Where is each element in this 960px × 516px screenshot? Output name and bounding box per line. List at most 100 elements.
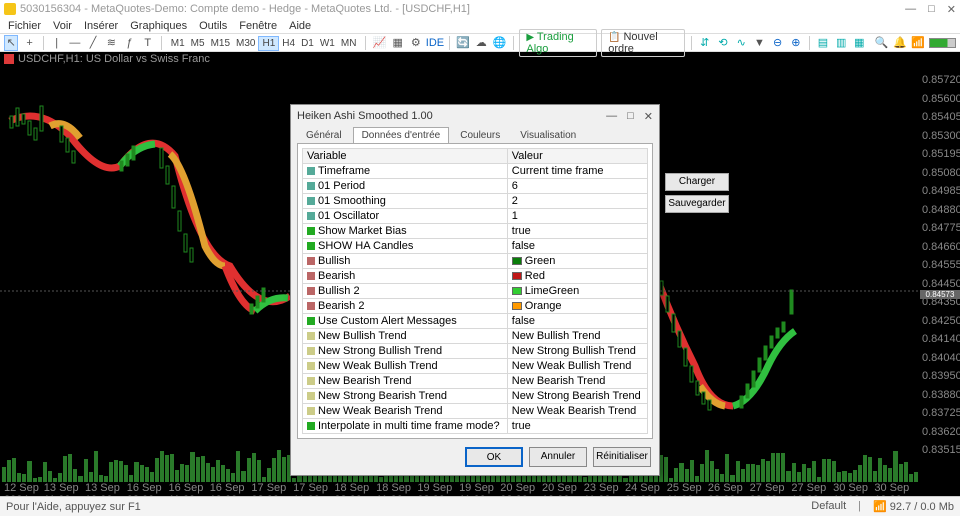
search-icon[interactable]: 🔍 <box>874 35 888 51</box>
timeframe-M1[interactable]: M1 <box>168 37 188 50</box>
tab-donn-es-d-entr-e[interactable]: Données d'entrée <box>353 127 450 143</box>
param-value[interactable]: Green <box>507 254 647 269</box>
table-row[interactable]: Bearish 2Orange <box>303 299 648 314</box>
timeframe-M15[interactable]: M15 <box>208 37 233 50</box>
table-row[interactable]: New Weak Bullish TrendNew Weak Bullish T… <box>303 359 648 374</box>
table-row[interactable]: Use Custom Alert Messagesfalse <box>303 314 648 329</box>
cursor-tool-icon[interactable]: ↖ <box>4 35 18 51</box>
minimize-button[interactable]: — <box>905 3 916 16</box>
param-value[interactable]: 6 <box>507 179 647 194</box>
menu-aide[interactable]: Aide <box>289 20 311 32</box>
menu-outils[interactable]: Outils <box>199 20 227 32</box>
dialog-titlebar[interactable]: Heiken Ashi Smoothed 1.00 — □ ✕ <box>291 105 659 127</box>
table-row[interactable]: 01 Smoothing2 <box>303 194 648 209</box>
bell-icon[interactable]: 🔔 <box>893 35 907 51</box>
table-row[interactable]: New Bullish TrendNew Bullish Trend <box>303 329 648 344</box>
fib-icon[interactable]: ƒ <box>122 35 136 51</box>
param-value[interactable]: New Weak Bullish Trend <box>507 359 647 374</box>
param-value[interactable]: true <box>507 419 647 434</box>
save-button[interactable]: Sauvegarder <box>665 195 729 213</box>
table-row[interactable]: Show Market Biastrue <box>303 224 648 239</box>
cancel-button[interactable]: Annuler <box>529 447 587 467</box>
globe-icon[interactable]: 🌐 <box>492 35 506 51</box>
reset-button[interactable]: Réinitialiser <box>593 447 651 467</box>
menu-insérer[interactable]: Insérer <box>84 20 118 32</box>
table-row[interactable]: Bullish 2LimeGreen <box>303 284 648 299</box>
tile-v-icon[interactable]: ▥ <box>834 35 848 51</box>
signal-icon[interactable]: 📶 <box>911 35 925 51</box>
down-icon[interactable]: ▼ <box>752 35 766 51</box>
trendline-icon[interactable]: ╱ <box>86 35 100 51</box>
table-row[interactable]: SHOW HA Candlesfalse <box>303 239 648 254</box>
menu-fenêtre[interactable]: Fenêtre <box>239 20 277 32</box>
chart-line-icon[interactable]: 📈 <box>372 35 386 51</box>
tab-couleurs[interactable]: Couleurs <box>451 127 509 143</box>
table-row[interactable]: New Strong Bearish TrendNew Strong Beari… <box>303 389 648 404</box>
hline-icon[interactable]: — <box>68 35 82 51</box>
param-value[interactable]: false <box>507 314 647 329</box>
chart-box-icon[interactable]: ▦ <box>391 35 405 51</box>
table-row[interactable]: New Bearish TrendNew Bearish Trend <box>303 374 648 389</box>
param-value[interactable]: LimeGreen <box>507 284 647 299</box>
maximize-button[interactable]: □ <box>928 3 935 16</box>
channel-icon[interactable]: ≋ <box>104 35 118 51</box>
cascade-icon[interactable]: ▦ <box>852 35 866 51</box>
table-row[interactable]: 01 Period6 <box>303 179 648 194</box>
timeframe-MN[interactable]: MN <box>338 37 360 50</box>
menu-voir[interactable]: Voir <box>53 20 72 32</box>
table-row[interactable]: BullishGreen <box>303 254 648 269</box>
ok-button[interactable]: OK <box>465 447 523 467</box>
indicator-icon[interactable]: ⚙ <box>409 35 423 51</box>
menu-graphiques[interactable]: Graphiques <box>130 20 187 32</box>
col-value[interactable]: Valeur <box>507 149 647 164</box>
shift-icon[interactable]: ⇵ <box>698 35 712 51</box>
new-order-button[interactable]: 📋 Nouvel ordre <box>601 29 685 57</box>
table-row[interactable]: New Weak Bearish TrendNew Weak Bearish T… <box>303 404 648 419</box>
tab-g-n-ral[interactable]: Général <box>297 127 351 143</box>
table-row[interactable]: TimeframeCurrent time frame <box>303 164 648 179</box>
table-row[interactable]: BearishRed <box>303 269 648 284</box>
param-value[interactable]: true <box>507 224 647 239</box>
timeframe-D1[interactable]: D1 <box>298 37 317 50</box>
param-value[interactable]: Red <box>507 269 647 284</box>
tile-h-icon[interactable]: ▤ <box>816 35 830 51</box>
dialog-maximize-icon[interactable]: □ <box>627 110 634 123</box>
refresh-icon[interactable]: 🔄 <box>456 35 470 51</box>
param-value[interactable]: New Bearish Trend <box>507 374 647 389</box>
close-button[interactable]: ✕ <box>947 3 956 16</box>
param-value[interactable]: 1 <box>507 209 647 224</box>
param-value[interactable]: New Strong Bearish Trend <box>507 389 647 404</box>
table-row[interactable]: 01 Oscillator1 <box>303 209 648 224</box>
param-value[interactable]: Orange <box>507 299 647 314</box>
param-value[interactable]: Current time frame <box>507 164 647 179</box>
timeframe-W1[interactable]: W1 <box>317 37 338 50</box>
param-value[interactable]: New Bullish Trend <box>507 329 647 344</box>
table-row[interactable]: New Strong Bullish TrendNew Strong Bulli… <box>303 344 648 359</box>
vline-icon[interactable]: | <box>50 35 64 51</box>
table-row[interactable]: Interpolate in multi time frame mode?tru… <box>303 419 648 434</box>
param-value[interactable]: false <box>507 239 647 254</box>
cloud-icon[interactable]: ☁ <box>474 35 488 51</box>
param-value[interactable]: 2 <box>507 194 647 209</box>
chart-tab-header[interactable]: USDCHF,H1: US Dollar vs Swiss Franc <box>0 52 960 66</box>
wave-icon[interactable]: ∿ <box>734 35 748 51</box>
load-button[interactable]: Charger <box>665 173 729 191</box>
text-icon[interactable]: T <box>141 35 155 51</box>
zoom-out-icon[interactable]: ⊖ <box>771 35 785 51</box>
timeframe-H1[interactable]: H1 <box>258 36 279 51</box>
dialog-minimize-icon[interactable]: — <box>606 110 617 123</box>
zoom-in-icon[interactable]: ⊕ <box>789 35 803 51</box>
crosshair-icon[interactable]: + <box>22 35 36 51</box>
timeframe-M30[interactable]: M30 <box>233 37 258 50</box>
col-variable[interactable]: Variable <box>303 149 508 164</box>
param-value[interactable]: New Weak Bearish Trend <box>507 404 647 419</box>
param-value[interactable]: New Strong Bullish Trend <box>507 344 647 359</box>
menu-fichier[interactable]: Fichier <box>8 20 41 32</box>
timeframe-H4[interactable]: H4 <box>279 37 298 50</box>
ide-button[interactable]: IDE <box>427 35 443 51</box>
dialog-close-icon[interactable]: ✕ <box>644 110 653 123</box>
tab-visualisation[interactable]: Visualisation <box>511 127 585 143</box>
timeframe-M5[interactable]: M5 <box>188 37 208 50</box>
auto-scroll-icon[interactable]: ⟲ <box>716 35 730 51</box>
trading-algo-button[interactable]: ▶ Trading Algo <box>519 29 597 57</box>
